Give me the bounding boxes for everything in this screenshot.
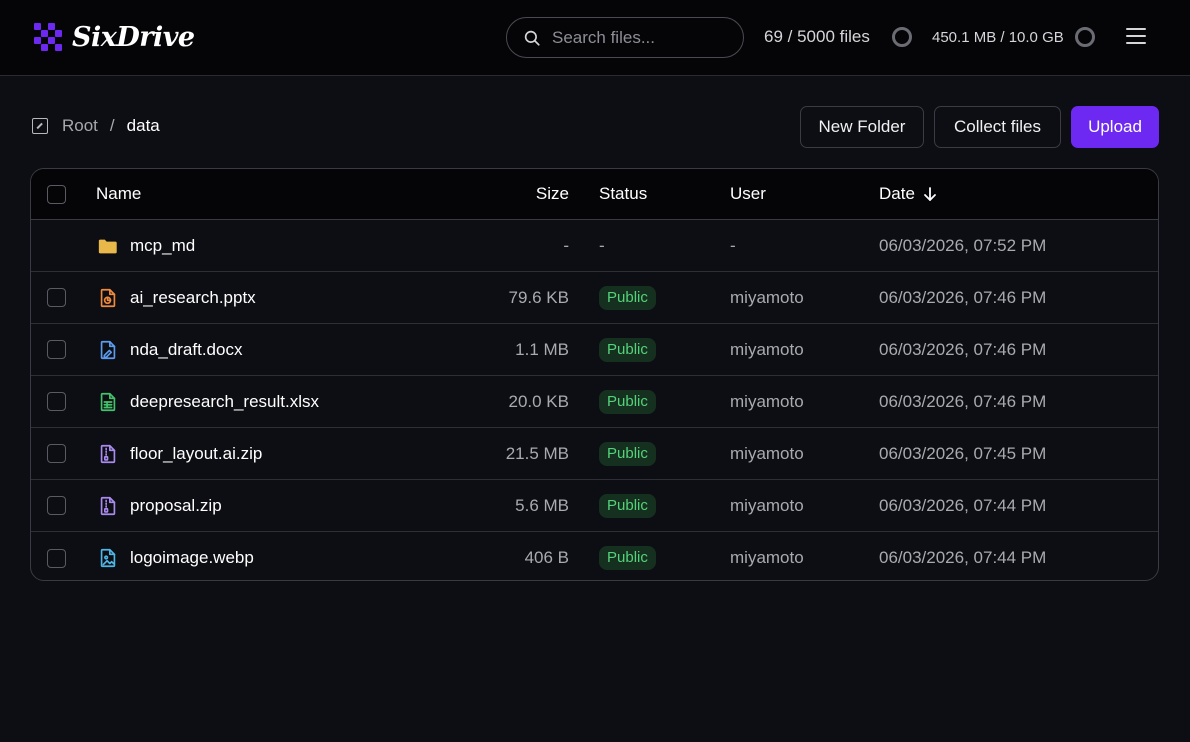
breadcrumb-separator: / <box>109 116 115 135</box>
row-checkbox[interactable] <box>47 496 66 515</box>
breadcrumb-current: data <box>126 116 160 135</box>
file-status: - <box>599 235 605 255</box>
row-checkbox[interactable] <box>47 288 66 307</box>
file-user: miyamoto <box>730 391 804 411</box>
table-row[interactable]: deepresearch_result.xlsx 20.0 KB Public miy… <box>31 376 1158 428</box>
search-box[interactable] <box>506 17 744 58</box>
table-row[interactable]: floor_layout.ai.zip 21.5 MB Public miyamoto… <box>31 428 1158 480</box>
search-icon <box>524 30 540 46</box>
status-badge: Public <box>599 546 656 570</box>
file-date: 06/03/2026, 07:46 PM <box>879 287 1047 307</box>
file-size: 20.0 KB <box>508 391 570 411</box>
files-quota-ring-icon <box>892 27 912 47</box>
sidebar-toggle-icon[interactable] <box>32 118 48 134</box>
archive-file-icon <box>97 428 119 479</box>
file-size: 1.1 MB <box>515 339 569 359</box>
file-table: Name Size Status User Date mcp_md - - - 06/0… <box>30 168 1159 581</box>
file-name[interactable]: proposal.zip <box>130 480 222 531</box>
file-name[interactable]: nda_draft.docx <box>130 324 242 375</box>
file-user: miyamoto <box>730 495 804 515</box>
column-header-user[interactable]: User <box>730 169 766 219</box>
top-header: SixDrive 69 / 5000 files 450.1 MB / 10.0… <box>0 0 1190 76</box>
archive-file-icon <box>97 480 119 531</box>
file-date: 06/03/2026, 07:45 PM <box>879 443 1047 463</box>
file-date: 06/03/2026, 07:44 PM <box>879 495 1047 515</box>
file-size: 21.5 MB <box>505 443 569 463</box>
table-body: mcp_md - - - 06/03/2026, 07:52 PM ai_research… <box>31 220 1158 580</box>
file-user: miyamoto <box>730 339 804 359</box>
logo-mark-icon <box>34 22 64 53</box>
files-quota: 69 / 5000 files <box>764 27 870 46</box>
file-date: 06/03/2026, 07:44 PM <box>879 548 1047 567</box>
app-logo[interactable]: SixDrive <box>34 22 195 53</box>
select-all-checkbox[interactable] <box>47 184 66 204</box>
status-badge: Public <box>599 389 656 414</box>
file-size: 79.6 KB <box>508 287 570 307</box>
breadcrumb: Root / data <box>32 116 160 136</box>
table-row[interactable]: ai_research.pptx 79.6 KB Public miyamoto 06/… <box>31 272 1158 324</box>
table-row[interactable]: nda_draft.docx 1.1 MB Public miyamoto 06/03/… <box>31 324 1158 376</box>
status-badge: Public <box>599 337 656 362</box>
file-date: 06/03/2026, 07:52 PM <box>879 235 1047 255</box>
folder-icon <box>97 220 119 271</box>
presentation-file-icon <box>97 272 119 323</box>
column-header-date-label: Date <box>879 184 915 203</box>
collect-files-button[interactable]: Collect files <box>934 106 1061 148</box>
document-file-icon <box>97 324 119 375</box>
row-checkbox[interactable] <box>47 340 66 359</box>
storage-quota-ring-icon <box>1075 27 1095 47</box>
column-header-size[interactable]: Size <box>536 169 569 219</box>
folder-row[interactable]: mcp_md - - - 06/03/2026, 07:52 PM <box>31 220 1158 272</box>
search-input[interactable] <box>552 27 732 48</box>
file-size: 5.6 MB <box>515 495 569 515</box>
file-user: - <box>730 235 736 255</box>
file-size: - <box>563 235 569 255</box>
spreadsheet-file-icon <box>97 376 119 427</box>
file-size: 406 B <box>524 548 569 567</box>
storage-quota: 450.1 MB / 10.0 GB <box>932 29 1064 46</box>
file-name[interactable]: logoimage.webp <box>130 532 254 580</box>
hamburger-menu-icon[interactable] <box>1126 28 1146 46</box>
table-row[interactable]: proposal.zip 5.6 MB Public miyamoto 06/03/20… <box>31 480 1158 532</box>
column-header-date[interactable]: Date <box>879 169 937 219</box>
status-badge: Public <box>599 285 656 310</box>
status-badge: Public <box>599 493 656 518</box>
file-date: 06/03/2026, 07:46 PM <box>879 339 1047 359</box>
status-badge: Public <box>599 441 656 466</box>
new-folder-button[interactable]: New Folder <box>800 106 924 148</box>
table-row[interactable]: logoimage.webp 406 B Public miyamoto 06/03/2… <box>31 532 1158 580</box>
column-header-status[interactable]: Status <box>599 169 647 219</box>
file-user: miyamoto <box>730 287 804 307</box>
app-name: SixDrive <box>72 22 195 53</box>
breadcrumb-root[interactable]: Root <box>62 116 98 136</box>
file-date: 06/03/2026, 07:46 PM <box>879 391 1047 411</box>
sort-descending-icon <box>924 187 936 201</box>
table-header: Name Size Status User Date <box>31 169 1158 220</box>
file-user: miyamoto <box>730 548 804 567</box>
row-checkbox[interactable] <box>47 548 66 568</box>
image-file-icon <box>97 532 119 580</box>
file-name[interactable]: ai_research.pptx <box>130 272 256 323</box>
file-user: miyamoto <box>730 443 804 463</box>
file-name[interactable]: mcp_md <box>130 220 195 271</box>
file-name[interactable]: deepresearch_result.xlsx <box>130 376 319 427</box>
upload-button[interactable]: Upload <box>1071 106 1159 148</box>
column-header-name[interactable]: Name <box>96 169 141 219</box>
row-checkbox[interactable] <box>47 444 66 463</box>
row-checkbox[interactable] <box>47 392 66 411</box>
file-name[interactable]: floor_layout.ai.zip <box>130 428 262 479</box>
